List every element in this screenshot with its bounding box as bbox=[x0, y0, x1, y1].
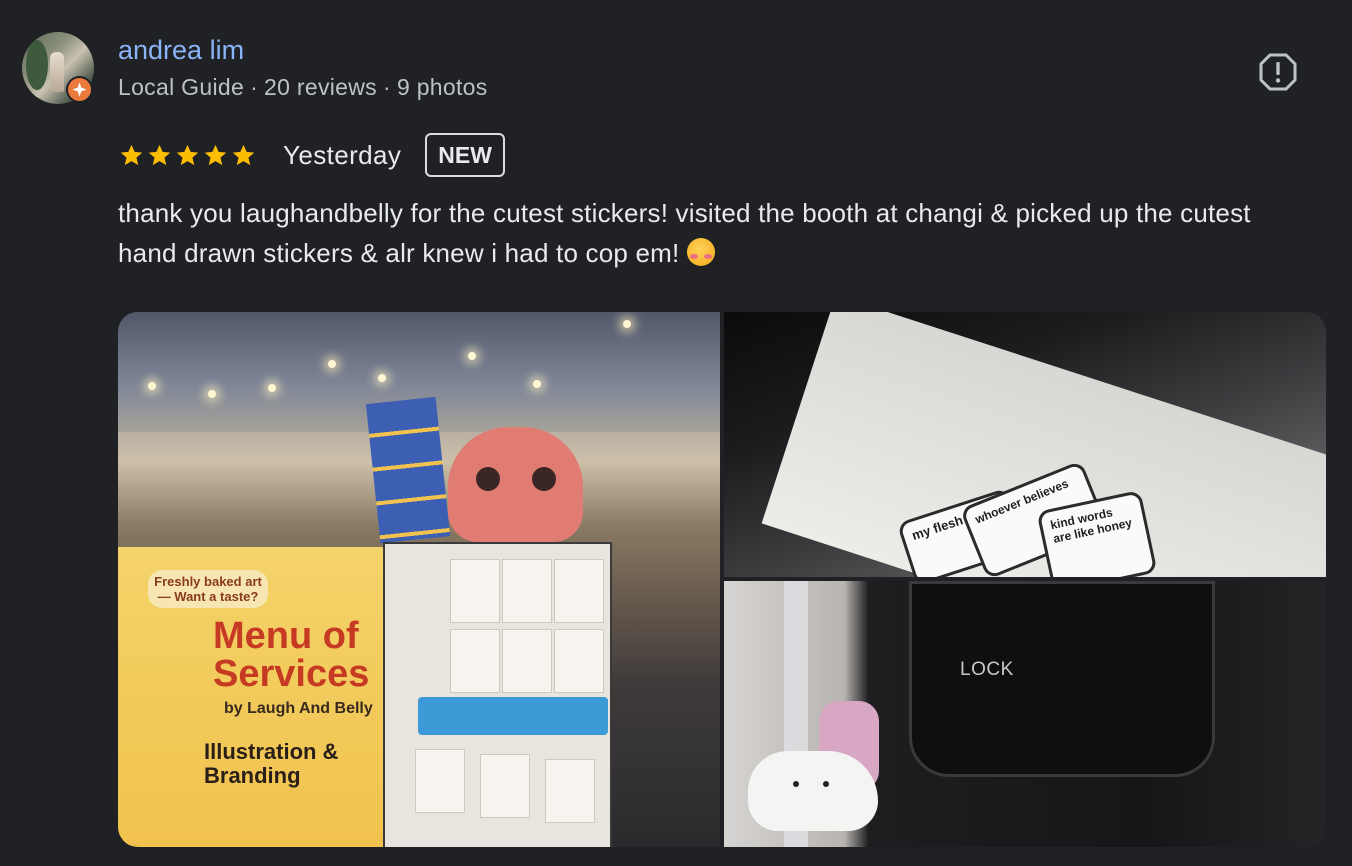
postcard bbox=[545, 759, 595, 823]
postcard bbox=[415, 749, 465, 813]
string-light bbox=[328, 360, 336, 368]
postcard bbox=[554, 629, 604, 693]
review-photo-appliance[interactable]: LOCK bbox=[724, 581, 1326, 847]
rating-row: Yesterday NEW bbox=[118, 131, 505, 179]
review-photo-booth[interactable]: Freshly baked art — Want a taste? Menu o… bbox=[118, 312, 720, 847]
star-filled-icon bbox=[120, 144, 143, 165]
review-card: andrea lim Local Guide · 20 reviews · 9 phot… bbox=[0, 0, 1352, 866]
local-guide-badge-icon bbox=[66, 76, 93, 103]
string-light bbox=[623, 320, 631, 328]
avatar-photo-figure bbox=[50, 52, 64, 92]
reviewer-meta: Local Guide · 20 reviews · 9 photos bbox=[118, 74, 488, 101]
postcard bbox=[554, 559, 604, 623]
mascot-eye bbox=[532, 467, 556, 491]
review-date: Yesterday bbox=[283, 139, 402, 170]
cloud-eye bbox=[823, 781, 829, 787]
star-rating bbox=[118, 142, 257, 169]
smiling-face-with-hearts-icon bbox=[686, 238, 715, 266]
new-badge: NEW bbox=[425, 133, 505, 177]
string-light bbox=[148, 382, 156, 390]
sign-title: Menu of Services bbox=[213, 615, 370, 695]
string-light bbox=[208, 390, 216, 398]
cloud-straw-topper bbox=[748, 751, 878, 831]
string-light bbox=[268, 384, 276, 392]
review-body: thank you laughandbelly for the cutest s… bbox=[118, 198, 1251, 268]
reviewer-photo-count: 9 photos bbox=[396, 74, 488, 100]
postcard bbox=[502, 629, 552, 693]
postcard bbox=[480, 754, 530, 818]
meta-separator: · bbox=[382, 74, 391, 100]
string-light bbox=[468, 352, 476, 360]
postcard-board bbox=[383, 542, 612, 847]
sticker-tray bbox=[418, 697, 608, 735]
star-filled-icon bbox=[204, 144, 227, 165]
cloud-eye bbox=[793, 781, 799, 787]
report-review-button[interactable] bbox=[1256, 50, 1300, 94]
reviewer-level: Local Guide bbox=[118, 74, 245, 100]
sign-subtitle: by Laugh And Belly bbox=[224, 700, 373, 717]
star-filled-icon bbox=[176, 144, 199, 165]
booth-mascot bbox=[448, 427, 583, 542]
sign-bubble: Freshly baked art — Want a taste? bbox=[148, 570, 268, 608]
reviewer-review-count: 20 reviews bbox=[264, 74, 377, 100]
string-light bbox=[533, 380, 541, 388]
booth-letter-sign bbox=[365, 396, 451, 544]
local-guide-star-icon bbox=[72, 82, 87, 97]
mascot-eye bbox=[476, 467, 500, 491]
sign-section: Illustration & Branding bbox=[204, 739, 339, 788]
string-light bbox=[378, 374, 386, 382]
report-icon bbox=[1259, 53, 1297, 91]
review-text: thank you laughandbelly for the cutest s… bbox=[118, 193, 1308, 273]
review-photo-stickers[interactable]: my flesh whoever believes kind words are… bbox=[724, 312, 1326, 577]
appliance-panel bbox=[909, 581, 1215, 777]
reviewer-name[interactable]: andrea lim bbox=[118, 35, 244, 66]
star-filled-icon bbox=[232, 144, 255, 165]
appliance-lock-label: LOCK bbox=[960, 659, 1014, 680]
postcard bbox=[450, 629, 500, 693]
avatar-photo-foliage bbox=[26, 40, 48, 90]
postcard bbox=[502, 559, 552, 623]
meta-separator: · bbox=[250, 74, 259, 100]
postcard bbox=[450, 559, 500, 623]
star-filled-icon bbox=[148, 144, 171, 165]
